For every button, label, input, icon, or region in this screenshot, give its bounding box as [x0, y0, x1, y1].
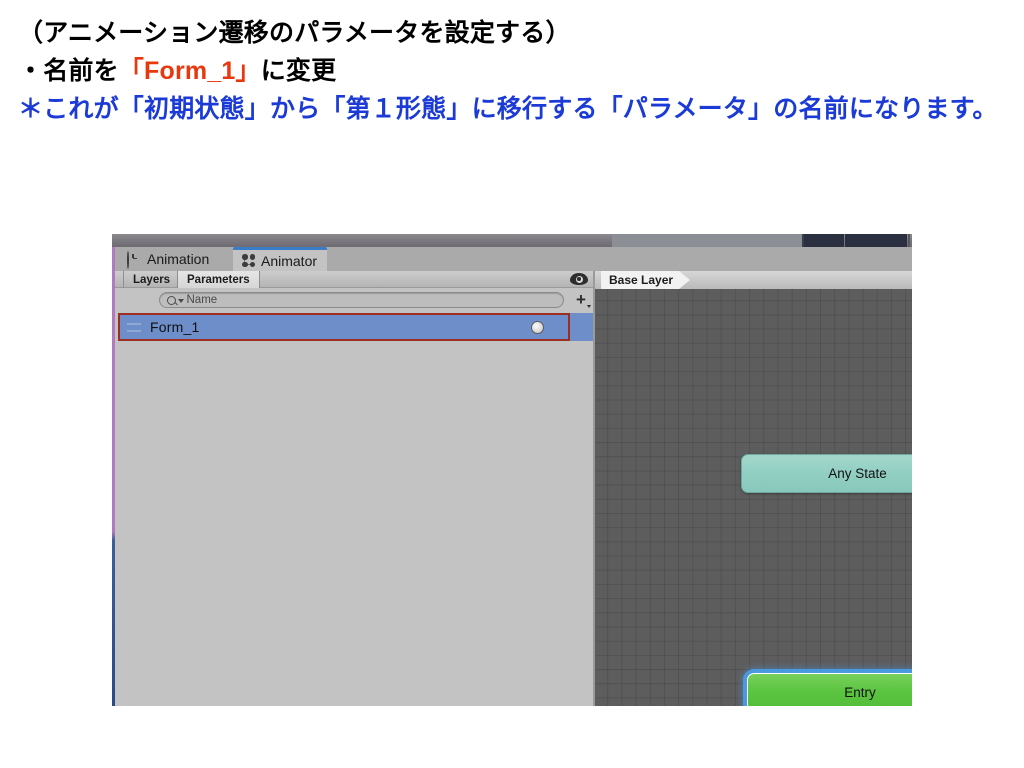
- parameter-row-form-1[interactable]: Form_1: [118, 313, 570, 341]
- chevron-down-icon: [177, 299, 184, 303]
- parameter-name-label: Form_1: [150, 319, 200, 335]
- parameters-panel: Layers Parameters Name + Form_1: [115, 271, 595, 706]
- strip-segment: [845, 234, 907, 247]
- slide-line-2-prefix: ・名前を: [18, 57, 119, 85]
- panel-subtab-bar: Layers Parameters: [115, 271, 595, 288]
- animator-graph-panel: Base Layer Any State Entry: [595, 271, 912, 706]
- chevron-down-icon: [587, 305, 591, 308]
- state-node-any-state-label: Any State: [828, 466, 887, 481]
- clock-icon: [127, 250, 142, 269]
- node-graph-icon: [241, 253, 256, 268]
- breadcrumb-base-layer[interactable]: Base Layer: [601, 271, 691, 289]
- subtab-parameters-label: Parameters: [187, 273, 250, 286]
- parameter-row-trailing-fill: [570, 313, 595, 341]
- strip-segment: [908, 234, 910, 247]
- unity-editor-window: Animation Animator Layers Parameters Nam…: [112, 234, 912, 706]
- search-placeholder: Name: [186, 294, 218, 306]
- search-input[interactable]: Name: [159, 292, 564, 308]
- breadcrumb-bar: Base Layer: [595, 271, 912, 289]
- add-parameter-button[interactable]: +: [572, 290, 591, 309]
- subtab-parameters[interactable]: Parameters: [177, 271, 260, 288]
- tab-animation-label: Animation: [147, 251, 210, 267]
- strip-segment: [612, 234, 802, 247]
- tab-animator[interactable]: Animator: [233, 247, 328, 271]
- search-icon: [167, 295, 176, 305]
- drag-handle-icon[interactable]: [127, 322, 141, 332]
- state-node-entry[interactable]: Entry: [747, 673, 912, 706]
- slide-line-3: ＊これが「初期状態」から「第１形態」に移行する「パラメータ」の名前になります。: [18, 95, 998, 123]
- state-machine-canvas[interactable]: Any State Entry: [595, 289, 912, 706]
- slide-line-1: （アニメーション遷移のパラメータを設定する）: [18, 19, 571, 47]
- slide-line-2: ・名前を「Form_1」に変更: [18, 52, 1008, 90]
- editor-tab-row: Animation Animator: [115, 247, 912, 271]
- trigger-toggle-button[interactable]: [531, 321, 544, 334]
- subtab-layers-label: Layers: [133, 273, 171, 286]
- parameter-search-row: Name +: [115, 289, 595, 311]
- subtab-layers[interactable]: Layers: [123, 271, 181, 288]
- desktop-top-strip: [112, 234, 912, 247]
- slide-line-2-highlight: 「Form_1」: [118, 57, 261, 85]
- slide-line-2-suffix: に変更: [260, 57, 337, 85]
- slide-text-block: （アニメーション遷移のパラメータを設定する） ・名前を「Form_1」に変更 ＊…: [18, 14, 1008, 128]
- strip-segment: [804, 234, 844, 247]
- state-node-any-state[interactable]: Any State: [741, 454, 912, 493]
- parameter-list-body: [115, 343, 595, 706]
- breadcrumb-base-layer-label: Base Layer: [609, 273, 674, 287]
- add-parameter-label: +: [576, 290, 586, 309]
- state-node-entry-label: Entry: [844, 684, 876, 700]
- breadcrumb-arrow-icon: [679, 271, 691, 289]
- tab-animation[interactable]: Animation: [119, 247, 219, 271]
- tab-animator-label: Animator: [261, 252, 318, 269]
- eye-icon[interactable]: [570, 273, 588, 285]
